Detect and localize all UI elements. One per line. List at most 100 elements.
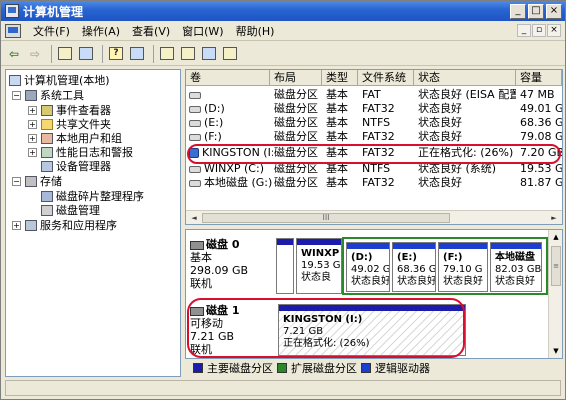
collapse-icon[interactable]: − bbox=[12, 176, 21, 186]
partition-status: 状态良好 bbox=[351, 276, 390, 287]
partition-d[interactable]: (D:) 49.02 G 状态良好 bbox=[346, 242, 390, 292]
toolbar-separator bbox=[51, 44, 52, 63]
column-header-filesystem[interactable]: 文件系统 bbox=[358, 70, 414, 86]
volume-row[interactable]: (E:) 磁盘分区 基本 NTFS 状态良好 68.36 GB bbox=[186, 116, 562, 130]
menu-action[interactable]: 操作(A) bbox=[76, 23, 126, 39]
horizontal-scrollbar[interactable]: ◄ III ► bbox=[186, 210, 562, 224]
disk0-info[interactable]: 磁盘 0 基本 298.09 GB 联机 bbox=[190, 238, 270, 290]
menu-help[interactable]: 帮助(H) bbox=[230, 23, 281, 39]
column-header-type[interactable]: 类型 bbox=[322, 70, 358, 86]
tree-item-root[interactable]: 计算机管理(本地) bbox=[9, 73, 110, 87]
expand-icon[interactable]: + bbox=[28, 147, 37, 157]
hard-disk-icon bbox=[190, 240, 204, 250]
volume-status: 状态良好 bbox=[418, 176, 462, 189]
tree-item-device-manager[interactable]: 设备管理器 bbox=[41, 159, 111, 173]
mdi-minimize-button[interactable]: _ bbox=[517, 24, 531, 37]
volume-row-kingston[interactable]: KINGSTON (I:) 磁盘分区 基本 FAT32 正在格式化: (26%)… bbox=[186, 146, 562, 160]
up-level-icon[interactable] bbox=[56, 45, 74, 63]
partition-label: (F:) bbox=[443, 252, 463, 263]
volume-type: 基本 bbox=[326, 130, 348, 143]
partition-e[interactable]: (E:) 68.36 G 状态良好 bbox=[392, 242, 436, 292]
volume-filesystem: NTFS bbox=[362, 116, 391, 129]
title-bar[interactable]: 计算机管理 _ □ × bbox=[1, 1, 565, 21]
partition-label: 本地磁盘 bbox=[495, 252, 535, 263]
mdi-close-button[interactable]: × bbox=[547, 24, 561, 37]
volume-capacity: 47 MB bbox=[520, 88, 555, 101]
volume-row[interactable]: 本地磁盘 (G:) 磁盘分区 基本 FAT32 状态良好 81.87 GB bbox=[186, 176, 562, 190]
partition-f[interactable]: (F:) 79.10 G 状态良好 bbox=[438, 242, 488, 292]
tree-item-event-viewer[interactable]: + 事件查看器 bbox=[28, 103, 111, 117]
volume-name: KINGSTON (I:) bbox=[202, 146, 273, 159]
console-tree: 计算机管理(本地) − 系统工具 + 事件查看器 + 共享文件夹 + 本地用户和… bbox=[5, 69, 181, 377]
scroll-thumb[interactable]: ≡ bbox=[551, 246, 561, 286]
window-controls: _ □ × bbox=[510, 3, 562, 19]
volume-row[interactable]: (F:) 磁盘分区 基本 FAT32 状态良好 79.08 GB bbox=[186, 130, 562, 144]
search-icon[interactable] bbox=[200, 45, 218, 63]
menu-window[interactable]: 窗口(W) bbox=[176, 23, 229, 39]
storage-icon bbox=[25, 175, 37, 187]
mmc-document-icon[interactable] bbox=[5, 23, 21, 38]
volume-filesystem: NTFS bbox=[362, 162, 391, 175]
expand-icon[interactable]: + bbox=[12, 220, 21, 230]
partition-status: 状态良好 bbox=[443, 276, 483, 287]
partition-size: 79.10 G bbox=[443, 264, 483, 275]
column-header-volume[interactable]: 卷 bbox=[186, 70, 270, 86]
properties-icon[interactable] bbox=[128, 45, 146, 63]
partition-eisa[interactable] bbox=[276, 238, 294, 294]
show-tree-icon[interactable] bbox=[77, 45, 95, 63]
menu-view[interactable]: 查看(V) bbox=[126, 23, 176, 39]
column-header-capacity[interactable]: 容量 bbox=[516, 70, 562, 86]
forward-arrow-icon[interactable]: ⇨ bbox=[26, 45, 44, 63]
close-button[interactable]: × bbox=[546, 3, 562, 19]
tree-item-perf-logs[interactable]: + 性能日志和警报 bbox=[28, 145, 133, 159]
vertical-scrollbar[interactable]: ▲ ≡ ▼ bbox=[548, 230, 562, 358]
disk-management-icon bbox=[41, 204, 53, 216]
expand-icon[interactable]: + bbox=[28, 119, 37, 129]
volume-name: WINXP (C:) bbox=[204, 162, 264, 175]
expand-icon[interactable]: + bbox=[28, 133, 37, 143]
partition-kingston[interactable]: KINGSTON (I:) 7.21 GB 正在格式化: (26%) bbox=[278, 304, 466, 356]
column-header-layout[interactable]: 布局 bbox=[270, 70, 322, 86]
open-folder-icon[interactable] bbox=[179, 45, 197, 63]
back-arrow-icon[interactable]: ⇦ bbox=[5, 45, 23, 63]
mdi-restore-button[interactable]: ▫ bbox=[532, 24, 546, 37]
partition-label: WINXP bbox=[301, 248, 340, 259]
scroll-left-button[interactable]: ◄ bbox=[188, 212, 200, 224]
collapse-icon[interactable]: − bbox=[12, 90, 21, 100]
computer-management-window: 计算机管理 _ □ × 文件(F) 操作(A) 查看(V) 窗口(W) 帮助(H… bbox=[0, 0, 566, 400]
tree-item-shared-folders[interactable]: + 共享文件夹 bbox=[28, 117, 111, 131]
partition-winxp[interactable]: WINXP 19.53 G 状态良 bbox=[296, 238, 342, 294]
performance-icon bbox=[41, 146, 53, 158]
scroll-down-button[interactable]: ▼ bbox=[550, 345, 562, 357]
volume-row[interactable]: 磁盘分区 基本 FAT 状态良好 (EISA 配置) 47 MB bbox=[186, 88, 562, 102]
scroll-up-button[interactable]: ▲ bbox=[550, 231, 562, 243]
scroll-thumb[interactable]: III bbox=[202, 213, 450, 223]
partition-g[interactable]: 本地磁盘 82.03 GB 状态良好 bbox=[490, 242, 542, 292]
minimize-button[interactable]: _ bbox=[510, 3, 526, 19]
volume-name: 本地磁盘 (G:) bbox=[204, 176, 273, 189]
scroll-right-button[interactable]: ► bbox=[548, 212, 560, 224]
disk1-info[interactable]: 磁盘 1 可移动 7.21 GB 联机 bbox=[190, 304, 270, 356]
tree-item-system-tools[interactable]: − 系统工具 bbox=[12, 88, 84, 102]
disk1-type: 可移动 bbox=[190, 317, 223, 330]
disk-properties-icon[interactable] bbox=[158, 45, 176, 63]
tree-item-defrag[interactable]: 磁盘碎片整理程序 bbox=[41, 189, 144, 203]
defrag-icon bbox=[41, 190, 53, 202]
partition-label: (D:) bbox=[351, 252, 373, 263]
settings-icon[interactable] bbox=[221, 45, 239, 63]
tree-item-local-users[interactable]: + 本地用户和组 bbox=[28, 131, 122, 145]
volume-row[interactable]: (D:) 磁盘分区 基本 FAT32 状态良好 49.01 GB bbox=[186, 102, 562, 116]
shared-folder-icon bbox=[41, 118, 53, 130]
tree-item-disk-management[interactable]: 磁盘管理 bbox=[41, 203, 100, 217]
volume-layout: 磁盘分区 bbox=[274, 176, 318, 189]
column-header-status[interactable]: 状态 bbox=[414, 70, 516, 86]
expand-icon[interactable]: + bbox=[28, 105, 37, 115]
tree-item-services[interactable]: + 服务和应用程序 bbox=[12, 218, 117, 232]
volume-icon bbox=[189, 133, 201, 141]
volume-row[interactable]: WINXP (C:) 磁盘分区 基本 NTFS 状态良好 (系统) 19.53 … bbox=[186, 162, 562, 176]
menu-file[interactable]: 文件(F) bbox=[27, 23, 76, 39]
maximize-button[interactable]: □ bbox=[528, 3, 544, 19]
help-icon[interactable]: ? bbox=[107, 45, 125, 63]
tree-item-storage[interactable]: − 存储 bbox=[12, 174, 62, 188]
toolbar-separator bbox=[102, 44, 103, 63]
